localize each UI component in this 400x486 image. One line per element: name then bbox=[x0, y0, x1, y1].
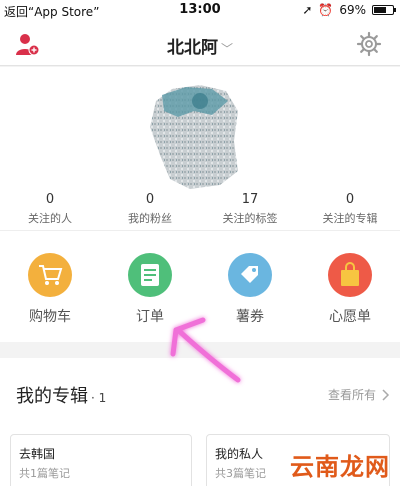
stat-fans[interactable]: 0 我的粉丝 bbox=[100, 192, 200, 226]
gear-icon[interactable] bbox=[356, 31, 382, 57]
nav-bar: 北北阿 ﹀ bbox=[0, 20, 400, 66]
view-all-link[interactable]: 查看所有 bbox=[328, 386, 390, 403]
shortcut-row: 购物车 订单 薯券 心愿单 bbox=[0, 230, 400, 342]
shortcut-cart[interactable]: 购物车 bbox=[0, 231, 100, 342]
stat-albums-label: 关注的专辑 bbox=[322, 212, 378, 225]
shortcut-coupons-label: 薯券 bbox=[236, 309, 264, 325]
coupon-icon bbox=[228, 253, 272, 297]
album-name: 我的私人 bbox=[215, 447, 264, 461]
albums-heading: 我的专辑 · 1 bbox=[16, 382, 106, 408]
album-card[interactable]: 去韩国 共1篇笔记 bbox=[10, 434, 192, 486]
profile-section: 0 关注的人 0 我的粉丝 17 关注的标签 0 关注的专辑 bbox=[0, 67, 400, 230]
stat-albums-count: 0 bbox=[345, 192, 355, 207]
view-all-label: 查看所有 bbox=[327, 388, 376, 402]
username: 北北阿 bbox=[166, 38, 218, 58]
alarm-icon: ⏰ bbox=[318, 3, 334, 17]
stat-albums[interactable]: 0 关注的专辑 bbox=[300, 192, 400, 226]
location-icon: ➚ bbox=[302, 3, 313, 17]
stat-tags[interactable]: 17 关注的标签 bbox=[200, 192, 300, 226]
stat-following[interactable]: 0 关注的人 bbox=[0, 192, 100, 226]
battery-percent: 69% bbox=[339, 3, 366, 17]
stat-tags-label: 关注的标签 bbox=[222, 212, 278, 225]
shortcut-orders-label: 订单 bbox=[136, 309, 164, 325]
shortcut-coupons[interactable]: 薯券 bbox=[200, 231, 300, 342]
stats-row: 0 关注的人 0 我的粉丝 17 关注的标签 0 关注的专辑 bbox=[0, 192, 400, 226]
battery-fill bbox=[374, 7, 387, 13]
shortcut-orders[interactable]: 订单 bbox=[100, 231, 200, 342]
albums-count: · 1 bbox=[91, 391, 107, 405]
album-note-count: 共3篇笔记 bbox=[215, 467, 266, 480]
stat-fans-label: 我的粉丝 bbox=[128, 212, 172, 225]
albums-title: 我的专辑 bbox=[16, 386, 88, 407]
watermark: 云南龙网 bbox=[290, 453, 390, 481]
page-title[interactable]: 北北阿 ﹀ bbox=[0, 33, 400, 58]
battery-icon bbox=[372, 5, 396, 15]
shortcut-cart-label: 购物车 bbox=[29, 309, 71, 325]
stat-tags-count: 17 bbox=[241, 192, 259, 207]
stat-fans-count: 0 bbox=[145, 192, 155, 207]
album-name: 去韩国 bbox=[19, 447, 56, 461]
shortcut-wishlist-label: 心愿单 bbox=[329, 309, 371, 325]
album-note-count: 共1篇笔记 bbox=[19, 467, 70, 480]
stat-following-label: 关注的人 bbox=[28, 212, 72, 225]
avatar[interactable] bbox=[142, 81, 246, 191]
stat-following-count: 0 bbox=[45, 192, 55, 207]
cart-icon bbox=[28, 253, 72, 297]
chevron-right-icon bbox=[382, 388, 390, 401]
status-bar: 返回“App Store” 13:00 ➚ ⏰ 69% bbox=[0, 0, 400, 20]
shortcut-wishlist[interactable]: 心愿单 bbox=[300, 231, 400, 342]
order-icon bbox=[128, 253, 172, 297]
wishlist-icon bbox=[328, 253, 372, 297]
status-right: ➚ ⏰ 69% bbox=[302, 3, 396, 17]
chevron-down-icon: ﹀ bbox=[220, 42, 233, 56]
